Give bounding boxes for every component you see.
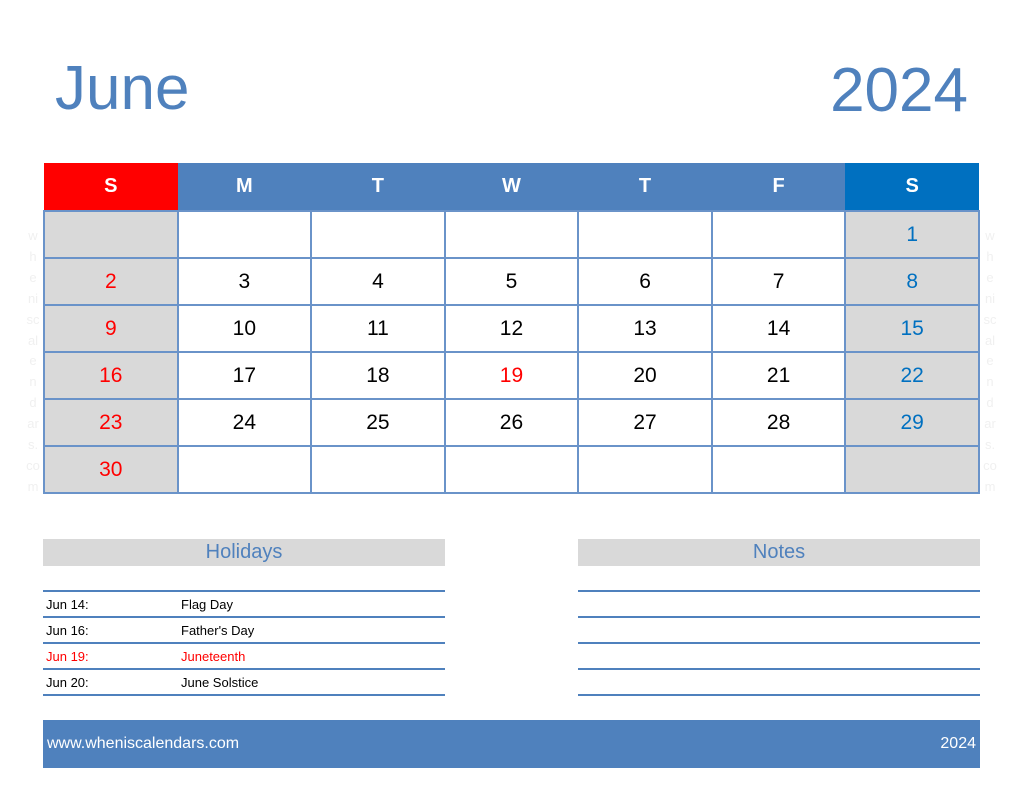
empty-day-cell [43,210,179,259]
day-cell[interactable]: 30 [43,445,179,494]
empty-day-cell [176,210,313,259]
holiday-row: Jun 20: June Solstice [43,668,445,694]
day-cell[interactable]: 24 [176,398,313,447]
day-cell[interactable]: 25 [310,398,446,447]
notes-lines [578,590,980,696]
day-cell[interactable]: 2 [43,257,179,306]
footer-website-link[interactable]: www.wheniscalendars.com [47,735,239,753]
empty-day-cell [310,210,446,259]
day-cell[interactable]: 7 [710,257,847,306]
month-title: June [55,54,190,123]
day-cell[interactable]: 21 [710,351,847,400]
day-cell[interactable]: 28 [710,398,847,447]
holiday-row: Jun 19: Juneteenth [43,642,445,668]
day-cell[interactable]: 19 [443,351,580,400]
weekday-header-saturday: S [845,163,979,211]
day-cell[interactable]: 23 [43,398,179,447]
day-cell[interactable]: 15 [844,304,980,353]
day-cell[interactable]: 9 [43,304,179,353]
holidays-header: Holidays [43,539,445,566]
empty-day-cell [577,210,713,259]
watermark-left: wheniscalendars.com [26,228,40,494]
empty-day-cell [710,210,847,259]
empty-day-cell [443,210,580,259]
day-cell[interactable]: 29 [844,398,980,447]
footer-bar: www.wheniscalendars.com 2024 [43,720,980,768]
notes-header: Notes [578,539,980,566]
year-title: 2024 [830,56,968,125]
holiday-name: Flag Day [181,596,234,612]
day-cell[interactable]: 3 [176,257,313,306]
weekday-header-row: S M T W T F S [44,163,979,211]
weekday-header-tuesday: T [311,163,445,211]
holiday-bottom-rule [43,694,445,696]
weekday-header-thursday: T [578,163,712,211]
day-cell[interactable]: 20 [577,351,713,400]
day-cell[interactable]: 11 [310,304,446,353]
day-cell[interactable]: 26 [443,398,580,447]
holiday-name: Juneteenth [181,648,246,664]
note-line[interactable] [578,590,980,616]
holiday-date: Jun 20: [46,674,89,690]
holiday-date: Jun 19: [46,648,89,664]
footer-year: 2024 [940,735,976,752]
weekday-header-wednesday: W [444,163,579,211]
empty-day-cell [577,445,713,494]
calendar-week-row: 16 17 18 19 20 21 22 [43,351,980,400]
calendar-week-row: 2345678 [43,257,980,306]
weekday-header-sunday: S [44,163,178,211]
note-line[interactable] [578,668,980,694]
day-cell[interactable]: 5 [443,257,580,306]
holiday-row: Jun 14: Flag Day [43,590,445,616]
holidays-list: Jun 14: Flag Day Jun 16: Father's Day Ju… [43,590,445,696]
day-cell[interactable]: 18 [310,351,446,400]
day-cell[interactable]: 12 [443,304,580,353]
day-cell[interactable]: 13 [577,304,713,353]
empty-day-cell [844,445,980,494]
day-cell[interactable]: 1 [844,210,980,259]
day-cell[interactable]: 22 [844,351,980,400]
calendar-grid: S M T W T F S 1 2 3 4 5 6 7 8 9 10 11 12 13 14 15 16 17 1… [43,163,980,494]
day-cell[interactable]: 16 [43,351,179,400]
note-line[interactable] [578,642,980,668]
day-cell[interactable]: 8 [844,257,980,306]
day-cell[interactable]: 6 [577,257,713,306]
day-cell[interactable]: 14 [710,304,847,353]
holiday-date: Jun 16: [46,622,89,638]
calendar-week-row: 9 10 11 12 13 14 15 [43,304,980,353]
empty-day-cell [710,445,847,494]
calendar-week-row: 1 [43,210,980,259]
weekday-header-friday: F [711,163,846,211]
holiday-date: Jun 14: [46,596,89,612]
empty-day-cell [310,445,446,494]
day-cell[interactable]: 27 [577,398,713,447]
weekday-header-monday: M [177,163,312,211]
day-cell[interactable]: 4 [310,257,446,306]
holiday-name: Father's Day [181,622,255,638]
note-line[interactable] [578,616,980,642]
day-cell[interactable]: 10 [176,304,313,353]
calendar-week-row: 23 24 25 26 27 28 29 [43,398,980,447]
note-line[interactable] [578,694,980,696]
day-cell[interactable]: 17 [176,351,313,400]
empty-day-cell [443,445,580,494]
empty-day-cell [176,445,313,494]
holiday-row: Jun 16: Father's Day [43,616,445,642]
calendar-week-row: 30 [43,445,980,494]
holiday-name: June Solstice [181,674,259,690]
watermark-right: wheniscalendars.com [983,228,997,494]
